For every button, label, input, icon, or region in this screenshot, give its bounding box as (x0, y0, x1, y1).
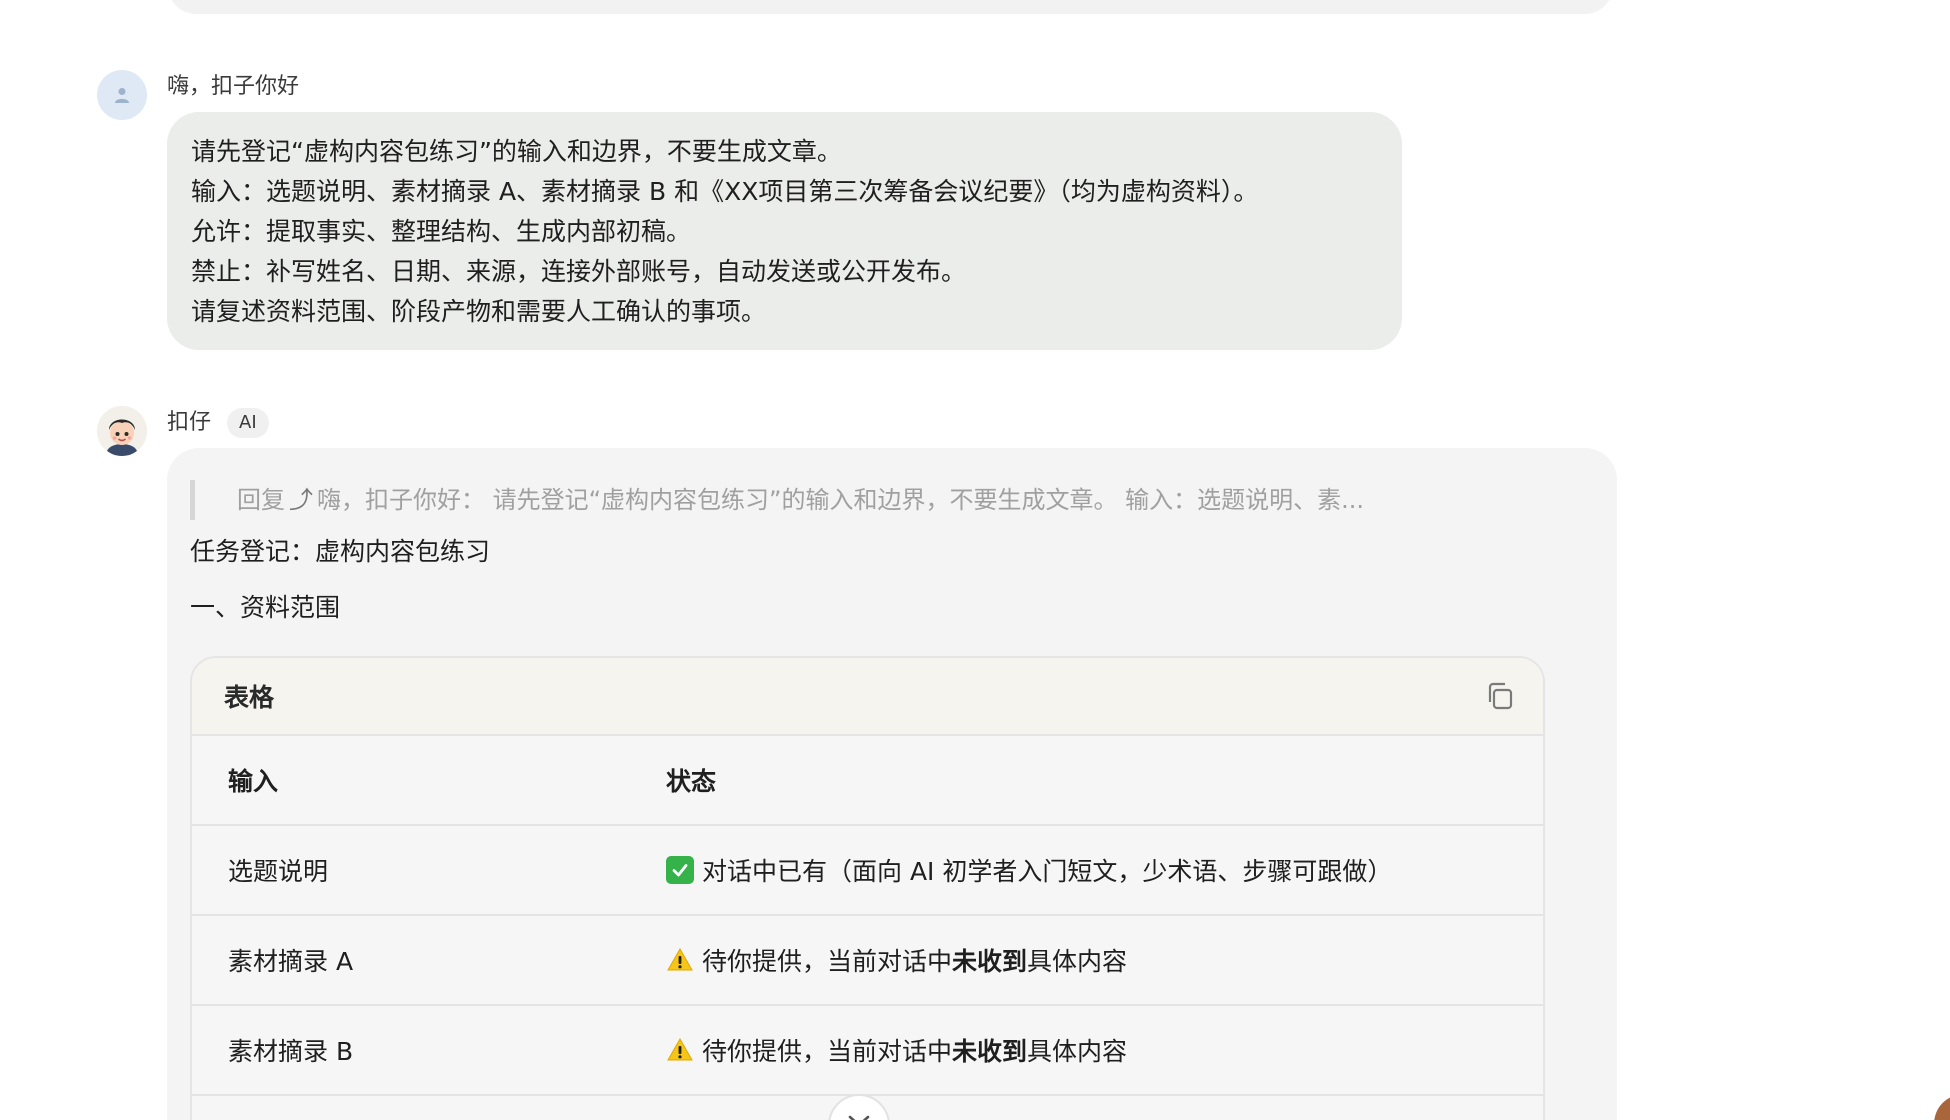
floating-assistant-button[interactable] (1934, 1094, 1950, 1120)
chevron-down-icon (848, 1115, 870, 1120)
table-title: 表格 (224, 683, 275, 712)
cell-status: 待你提供，当前对话中 未收到 具体内容 (666, 942, 1543, 978)
task-registration-line: 任务登记：虚构内容包练习 (190, 537, 491, 566)
column-header-status: 状态 (666, 767, 717, 796)
table-card: 表格 输入 状态 选题说明 对话中已有（面向 AI 初学者入门短文，少术语、步骤… (190, 656, 1545, 1120)
check-icon (666, 856, 694, 884)
ai-badge: AI (227, 408, 269, 438)
cartoon-boy-avatar-icon (97, 406, 147, 456)
user-message-bubble: 请先登记“虚构内容包练习”的输入和边界，不要生成文章。 输入：选题说明、素材摘录… (167, 112, 1402, 350)
status-text: 待你提供，当前对话中 (702, 947, 953, 976)
user-message-line: 请先登记“虚构内容包练习”的输入和边界，不要生成文章。 (191, 137, 842, 166)
reply-quote-text: 嗨，扣子你好： 请先登记“虚构内容包练习”的输入和边界，不要生成文章。 输入：选… (317, 486, 1365, 514)
cell-status: 待你提供，当前对话中 未收到 具体内容 (666, 1032, 1543, 1068)
reply-quote-prefix: 回复 (237, 486, 285, 514)
reply-arrow-icon: ⤴ (289, 486, 313, 514)
ai-avatar[interactable] (97, 406, 147, 456)
cell-status: 对话中已有（面向 AI 初学者入门短文，少术语、步骤可跟做） (666, 852, 1543, 888)
table-row: 选题说明 对话中已有（面向 AI 初学者入门短文，少术语、步骤可跟做） (192, 826, 1543, 916)
section-heading: 一、资料范围 (190, 593, 341, 622)
table-row: 素材摘录 B 待你提供，当前对话中 未收到 具体内容 (192, 1006, 1543, 1096)
status-text-tail: 具体内容 (1027, 1037, 1128, 1066)
status-text: 对话中已有（面向 AI 初学者入门短文，少术语、步骤可跟做） (702, 857, 1393, 886)
status-emphasis: 未收到 (952, 1037, 1028, 1066)
status-text: 待你提供，当前对话中 (702, 1037, 953, 1066)
warning-icon (667, 947, 693, 971)
ai-sender-name: 扣仔 (167, 410, 212, 435)
table-card-header: 表格 (192, 658, 1543, 736)
table-header-row: 输入 状态 (192, 736, 1543, 826)
copy-icon (1488, 682, 1513, 710)
chat-page: 嗨，扣子你好 请先登记“虚构内容包练习”的输入和边界，不要生成文章。 输入：选题… (0, 0, 1950, 1120)
warning-icon (667, 1037, 693, 1061)
cell-input: 素材摘录 A (228, 947, 354, 976)
column-header-input: 输入 (228, 767, 279, 796)
user-message-line: 禁止：补写姓名、日期、来源，连接外部账号，自动发送或公开发布。 (191, 257, 967, 286)
status-text-tail: 具体内容 (1027, 947, 1128, 976)
user-message-line: 允许：提取事实、整理结构、生成内部初稿。 (191, 217, 692, 246)
user-message-line: 输入：选题说明、素材摘录 A、素材摘录 B 和《XX项目第三次筹备会议纪要》（均… (191, 177, 1259, 206)
user-message-line: 请复述资料范围、阶段产物和需要人工确认的事项。 (191, 297, 767, 326)
table-row: 素材摘录 A 待你提供，当前对话中 未收到 具体内容 (192, 916, 1543, 1006)
person-icon (115, 88, 129, 103)
copy-table-button[interactable] (1483, 679, 1517, 713)
status-emphasis: 未收到 (952, 947, 1028, 976)
cell-input: 选题说明 (228, 857, 329, 886)
previous-message-bubble (168, 0, 1613, 14)
cell-input: 素材摘录 B (228, 1037, 354, 1066)
user-sender-name: 嗨，扣子你好 (167, 74, 300, 99)
reply-quote[interactable]: 回复 ⤴ 嗨，扣子你好： 请先登记“虚构内容包练习”的输入和边界，不要生成文章。 输… (190, 480, 1560, 520)
user-avatar[interactable] (97, 70, 147, 120)
